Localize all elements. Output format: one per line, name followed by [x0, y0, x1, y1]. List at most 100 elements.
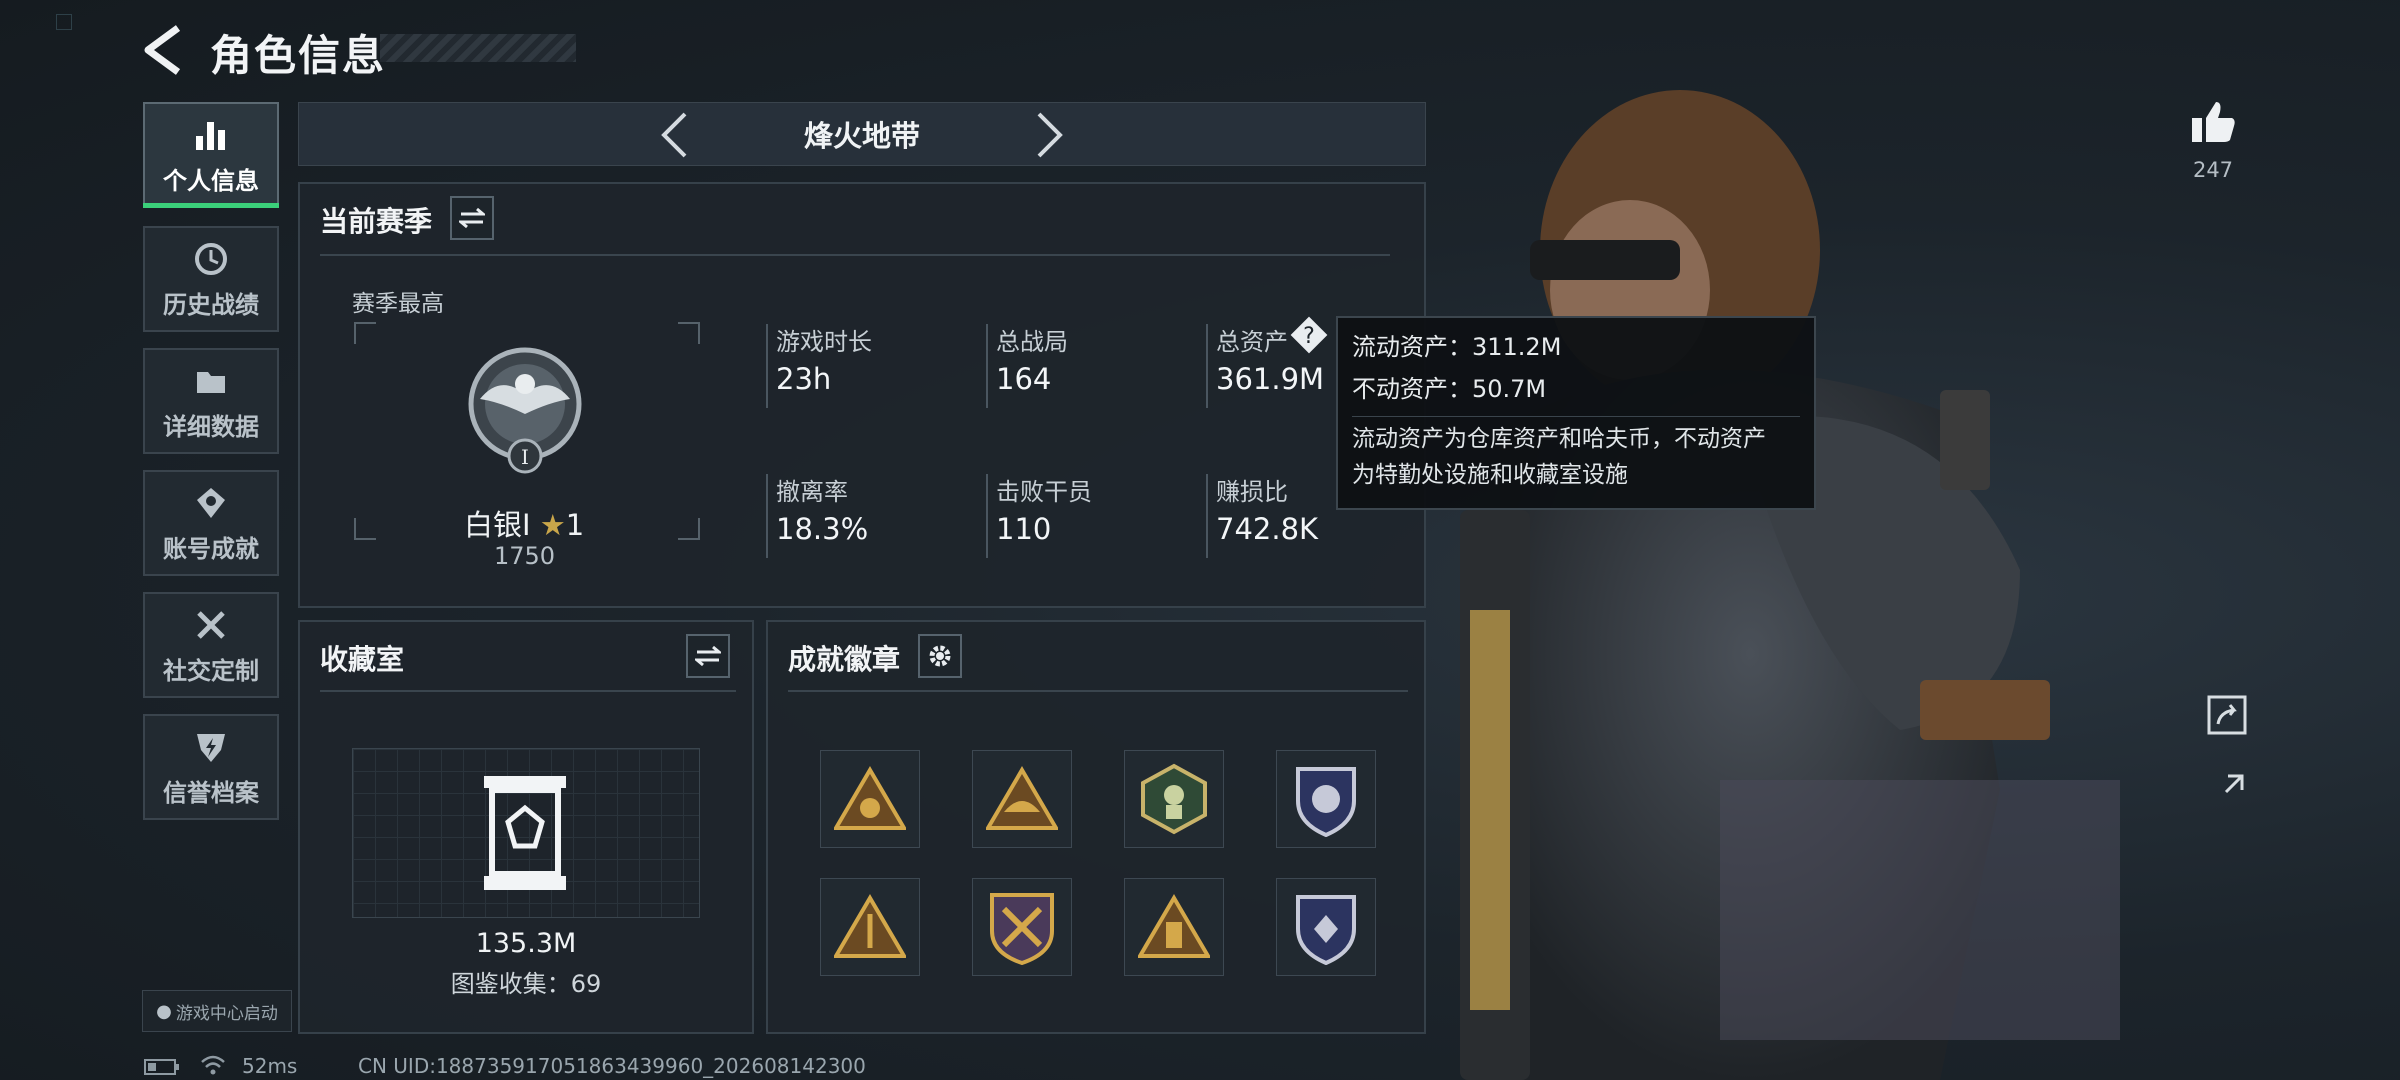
assets-description-line: 流动资产为仓库资产和哈夫币，不动资产: [1352, 426, 1766, 452]
frame-corner: [354, 518, 376, 540]
sidebar-item-account-achievements[interactable]: 账号成就: [143, 470, 279, 576]
game-center-launch[interactable]: ● 游戏中心启动: [142, 990, 292, 1032]
battery-icon: [144, 1059, 179, 1075]
sidebar-item-label: 历史战绩: [163, 290, 259, 319]
stat-value: 18.3%: [776, 512, 869, 546]
shield-badge-icon: [1296, 767, 1356, 837]
swap-icon: [459, 207, 485, 229]
stat-label: 游戏时长: [776, 328, 872, 356]
collection-title: 收藏室: [320, 643, 405, 676]
season-switch-button[interactable]: [450, 196, 494, 240]
collection-switch-button[interactable]: [686, 634, 730, 678]
rank-points: 1750: [494, 542, 556, 570]
triangle-badge-icon: [834, 894, 906, 958]
help-icon[interactable]: ?: [1290, 316, 1328, 354]
achievement-badge[interactable]: [1276, 750, 1376, 848]
shield-icon: [191, 727, 231, 767]
active-indicator: [143, 203, 279, 208]
achievements-title: 成就徽章: [788, 643, 901, 676]
share-icon[interactable]: [2206, 694, 2248, 736]
shield-badge-icon: [1296, 895, 1356, 965]
stat-value: 361.9M: [1216, 362, 1325, 396]
stat-value: 110: [996, 512, 1052, 546]
stat-divider: [1206, 474, 1208, 558]
achievement-badge[interactable]: [820, 878, 920, 976]
season-best-label: 赛季最高: [352, 291, 444, 317]
tools-icon: [191, 605, 231, 645]
rank-name: 白银I: [464, 508, 531, 542]
sidebar-item-label: 详细数据: [163, 412, 259, 441]
divider: [320, 254, 1390, 256]
liquid-assets: 流动资产：311.2M: [1352, 333, 1562, 361]
rank-stars: 1: [565, 508, 585, 542]
stat-label: 赚损比: [1216, 478, 1288, 506]
achievement-badge[interactable]: [820, 750, 920, 848]
stat-value: 742.8K: [1216, 512, 1319, 546]
collection-value: 135.3M: [475, 928, 577, 959]
rank-label: 白银I ★1: [464, 502, 584, 544]
thumbs-up-icon[interactable]: [2190, 98, 2236, 144]
hexagon-badge-icon: [1141, 763, 1207, 835]
sidebar-item-detailed-data[interactable]: 详细数据: [143, 348, 279, 454]
achievements-settings-button[interactable]: [918, 634, 962, 678]
sidebar-item-label: 个人信息: [163, 166, 259, 195]
folder-icon: [191, 361, 231, 401]
svg-text:I: I: [521, 445, 529, 469]
stat-label: 总资产: [1216, 328, 1288, 356]
stat-label: 总战局: [996, 328, 1068, 356]
achievement-badge[interactable]: [1124, 878, 1224, 976]
frame-corner: [678, 322, 700, 344]
qq-icon: ●: [156, 1000, 172, 1022]
chevron-right-icon[interactable]: [1035, 111, 1065, 159]
star-icon: ★: [539, 508, 566, 542]
assets-description-line: 为特勤处设施和收藏室设施: [1352, 462, 1628, 488]
achievement-badge[interactable]: [972, 750, 1072, 848]
triangle-badge-icon: [834, 766, 906, 830]
sidebar-item-social-custom[interactable]: 社交定制: [143, 592, 279, 698]
corner-marker: [56, 14, 72, 30]
frame-corner: [354, 322, 376, 344]
triangle-badge-icon: [986, 766, 1058, 830]
sidebar-item-label: 社交定制: [163, 656, 259, 685]
bar-chart-icon: [191, 115, 231, 155]
page-title: 角色信息: [210, 31, 387, 80]
achievement-badge[interactable]: [972, 878, 1072, 976]
expand-icon[interactable]: [2206, 770, 2248, 812]
game-center-label: 游戏中心启动: [175, 1003, 278, 1024]
wifi-icon: [201, 1055, 225, 1075]
achievements-panel: 成就徽章: [766, 620, 1426, 1034]
sidebar-item-label: 账号成就: [163, 534, 259, 563]
stat-divider: [766, 474, 768, 558]
stat-divider: [766, 324, 768, 408]
like-count: 247: [2192, 158, 2234, 182]
character-figure: [1460, 90, 2120, 1080]
sidebar-item-history[interactable]: 历史战绩: [143, 226, 279, 332]
sidebar-item-reputation[interactable]: 信誉档案: [143, 714, 279, 820]
map-selector: 烽火地带: [298, 102, 1426, 166]
stat-label: 击败干员: [996, 478, 1092, 506]
divider: [788, 690, 1408, 692]
crest-badge-icon: [990, 893, 1054, 965]
svg-text:?: ?: [1303, 324, 1315, 349]
triangle-badge-icon: [1138, 894, 1210, 958]
season-title: 当前赛季: [320, 205, 433, 238]
stat-divider: [986, 474, 988, 558]
display-case-icon: [484, 776, 566, 890]
achievement-icon: [191, 483, 231, 523]
achievement-badge[interactable]: [1124, 750, 1224, 848]
divider: [320, 690, 736, 692]
map-name: 烽火地带: [803, 119, 920, 153]
achievement-badge[interactable]: [1276, 878, 1376, 976]
ping-value: 52ms: [242, 1054, 298, 1078]
title-decoration: [380, 34, 576, 62]
gear-icon: [929, 645, 951, 667]
sidebar-item-personal-info[interactable]: 个人信息: [143, 102, 279, 208]
stat-value: 164: [996, 362, 1052, 396]
swap-icon: [695, 645, 721, 667]
assets-description: 流动资产为仓库资产和哈夫币，不动资产 为特勤处设施和收藏室设施: [1352, 416, 1800, 493]
fixed-assets: 不动资产：50.7M: [1352, 375, 1547, 403]
stat-label: 撤离率: [776, 478, 848, 506]
sidebar-item-label: 信誉档案: [163, 778, 259, 807]
assets-tooltip: 流动资产：311.2M 不动资产：50.7M 流动资产为仓库资产和哈夫币，不动资…: [1336, 316, 1816, 510]
back-arrow-icon[interactable]: [140, 24, 184, 76]
